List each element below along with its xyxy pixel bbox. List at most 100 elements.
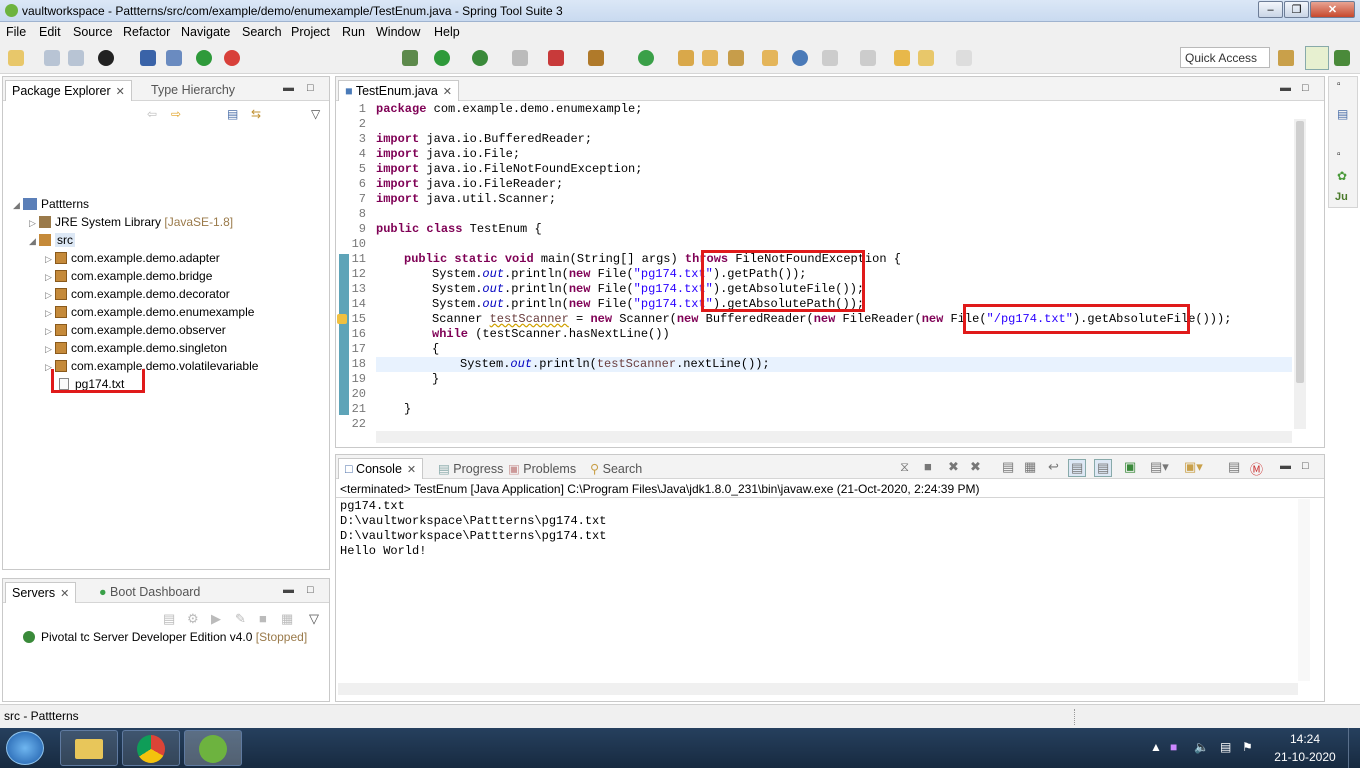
save-all-icon[interactable] xyxy=(68,50,84,66)
code-line[interactable]: import java.io.BufferedReader; xyxy=(376,132,592,146)
minimize-icon[interactable]: ▬ xyxy=(283,82,294,94)
code-line[interactable]: { xyxy=(432,342,439,356)
back-icon[interactable] xyxy=(918,50,934,66)
tab-testenum-java[interactable]: ■ TestEnum.java ✕ xyxy=(338,80,460,101)
copy-icon[interactable]: ▤ xyxy=(1228,459,1240,475)
code-line[interactable]: package com.example.demo.enumexample; xyxy=(376,102,642,116)
package-item[interactable]: ▷ com.example.demo.enumexample xyxy=(45,305,254,319)
save-icon[interactable] xyxy=(44,50,60,66)
code-line[interactable]: import java.util.Scanner; xyxy=(376,192,556,206)
expand-icon[interactable]: ◢ xyxy=(29,236,39,247)
back-arrow-icon[interactable]: ⇦ xyxy=(147,107,157,121)
spring-boot-icon[interactable] xyxy=(196,50,212,66)
menu-search[interactable]: Search xyxy=(242,25,282,39)
code-line[interactable]: import java.io.FileReader; xyxy=(376,177,563,191)
globe-icon[interactable] xyxy=(792,50,808,66)
outline-icon[interactable]: ▤ xyxy=(1337,107,1348,121)
word-wrap-icon[interactable]: ↩ xyxy=(1048,459,1059,475)
close-icon[interactable]: ✕ xyxy=(60,588,69,600)
pin-console-icon[interactable]: ▣ xyxy=(1124,459,1136,475)
menu-edit[interactable]: Edit xyxy=(39,25,61,39)
tab-progress[interactable]: ▤ Progress xyxy=(432,458,509,479)
close-icon[interactable]: ✕ xyxy=(443,86,452,98)
chrome-taskbar-button[interactable] xyxy=(122,730,180,766)
clear-console-icon[interactable]: ▤ xyxy=(1002,459,1014,475)
open-perspective-icon[interactable] xyxy=(1278,50,1294,66)
profile-server-icon[interactable]: ✎ xyxy=(235,611,246,627)
code-line[interactable]: import java.io.FileNotFoundException; xyxy=(376,162,642,176)
open-folder-icon[interactable] xyxy=(702,50,718,66)
open-type-icon[interactable] xyxy=(678,50,694,66)
junit-icon[interactable]: Ju xyxy=(1335,191,1348,203)
menu-source[interactable]: Source xyxy=(73,25,113,39)
pen-icon[interactable] xyxy=(728,50,744,66)
start-server-icon[interactable]: ▶ xyxy=(211,611,221,627)
forward-icon[interactable] xyxy=(956,50,972,66)
close-button[interactable]: ✕ xyxy=(1310,1,1355,18)
close-icon[interactable]: ✕ xyxy=(407,464,416,476)
debug-server-icon[interactable]: ⚙ xyxy=(187,611,199,627)
network-icon[interactable]: ▤ xyxy=(1220,740,1231,754)
menu-help[interactable]: Help xyxy=(434,25,460,39)
new-java-project-icon[interactable] xyxy=(588,50,604,66)
code-line[interactable]: public class TestEnum { xyxy=(376,222,542,236)
src-node[interactable]: ◢ src xyxy=(29,233,75,247)
code-line[interactable]: import java.io.File; xyxy=(376,147,520,161)
last-edit-icon[interactable] xyxy=(894,50,910,66)
tab-type-hierarchy[interactable]: Type Hierarchy xyxy=(145,80,241,101)
remove-launch-icon[interactable]: ✖ xyxy=(948,459,959,475)
task-icon[interactable] xyxy=(762,50,778,66)
minimize-icon[interactable]: ▬ xyxy=(1280,82,1291,94)
menu-navigate[interactable]: Navigate xyxy=(181,25,230,39)
package-item[interactable]: ▷ com.example.demo.bridge xyxy=(45,269,212,283)
project-node[interactable]: ◢ Pattterns xyxy=(13,197,89,211)
app-tray-icon[interactable]: ■ xyxy=(1170,740,1177,754)
editor-hscrollbar[interactable] xyxy=(376,431,1292,443)
package-item[interactable]: ▷ com.example.demo.observer xyxy=(45,323,226,337)
debug-skip-icon[interactable] xyxy=(166,50,182,66)
publish-icon[interactable]: ▦ xyxy=(281,611,293,627)
external-tools-icon[interactable] xyxy=(548,50,564,66)
editor-vscrollbar[interactable] xyxy=(1294,119,1306,429)
spring-icon[interactable]: ✿ xyxy=(1337,169,1347,183)
debug-icon[interactable] xyxy=(402,50,418,66)
expand-icon[interactable]: ◢ xyxy=(13,200,23,211)
maximize-button[interactable]: ❐ xyxy=(1284,1,1309,18)
collapsed-arrow-icon[interactable]: ▷ xyxy=(29,218,39,229)
forward-arrow-icon[interactable]: ⇨ xyxy=(171,107,181,121)
code-line[interactable]: System.out.println(testScanner.nextLine(… xyxy=(460,357,770,371)
run-icon[interactable] xyxy=(434,50,450,66)
stop-server-icon[interactable]: ■ xyxy=(259,611,267,626)
package-item[interactable]: ▷ com.example.demo.adapter xyxy=(45,251,220,265)
menu-run[interactable]: Run xyxy=(342,25,365,39)
sts-taskbar-button[interactable] xyxy=(184,730,242,766)
tab-boot-dashboard[interactable]: ● Boot Dashboard xyxy=(93,582,206,603)
display-console-icon[interactable]: ▤▾ xyxy=(1150,459,1169,475)
terminal-icon[interactable] xyxy=(140,50,156,66)
console-vscrollbar[interactable] xyxy=(1298,499,1310,681)
package-item[interactable]: ▷ com.example.demo.singleton xyxy=(45,341,227,355)
new-class-icon[interactable] xyxy=(638,50,654,66)
minimize-icon[interactable]: ▬ xyxy=(1280,460,1291,472)
coverage-icon[interactable] xyxy=(472,50,488,66)
maximize-icon[interactable]: □ xyxy=(307,82,314,94)
code-line[interactable]: while (testScanner.hasNextLine()) xyxy=(432,327,670,341)
tab-problems[interactable]: ▣ Problems xyxy=(502,458,582,479)
close-icon[interactable]: ✕ xyxy=(116,86,125,98)
tab-search[interactable]: ⚲ Search xyxy=(584,458,648,479)
maximize-icon[interactable]: □ xyxy=(1302,460,1309,472)
scroll-lock-icon[interactable]: ▦ xyxy=(1024,459,1036,475)
restore-icon[interactable]: ▫ xyxy=(1337,149,1341,160)
tab-servers[interactable]: Servers ✕ xyxy=(5,582,77,603)
show-desktop-button[interactable] xyxy=(1348,728,1360,768)
java-perspective-icon[interactable] xyxy=(1305,46,1329,70)
remove-all-icon[interactable]: ✖ xyxy=(970,459,981,475)
clock-time[interactable]: 14:24 xyxy=(1275,732,1335,746)
spring-console-icon[interactable]: Ⓜ xyxy=(1250,459,1263,478)
server-item[interactable]: Pivotal tc Server Developer Edition v4.0… xyxy=(23,630,307,644)
console-hscrollbar[interactable] xyxy=(338,683,1298,695)
maximize-icon[interactable]: □ xyxy=(307,584,314,596)
start-button[interactable] xyxy=(6,731,44,765)
restore-icon[interactable]: ▫ xyxy=(1337,79,1341,90)
disconnect-icon[interactable]: ⧖ xyxy=(900,459,909,475)
